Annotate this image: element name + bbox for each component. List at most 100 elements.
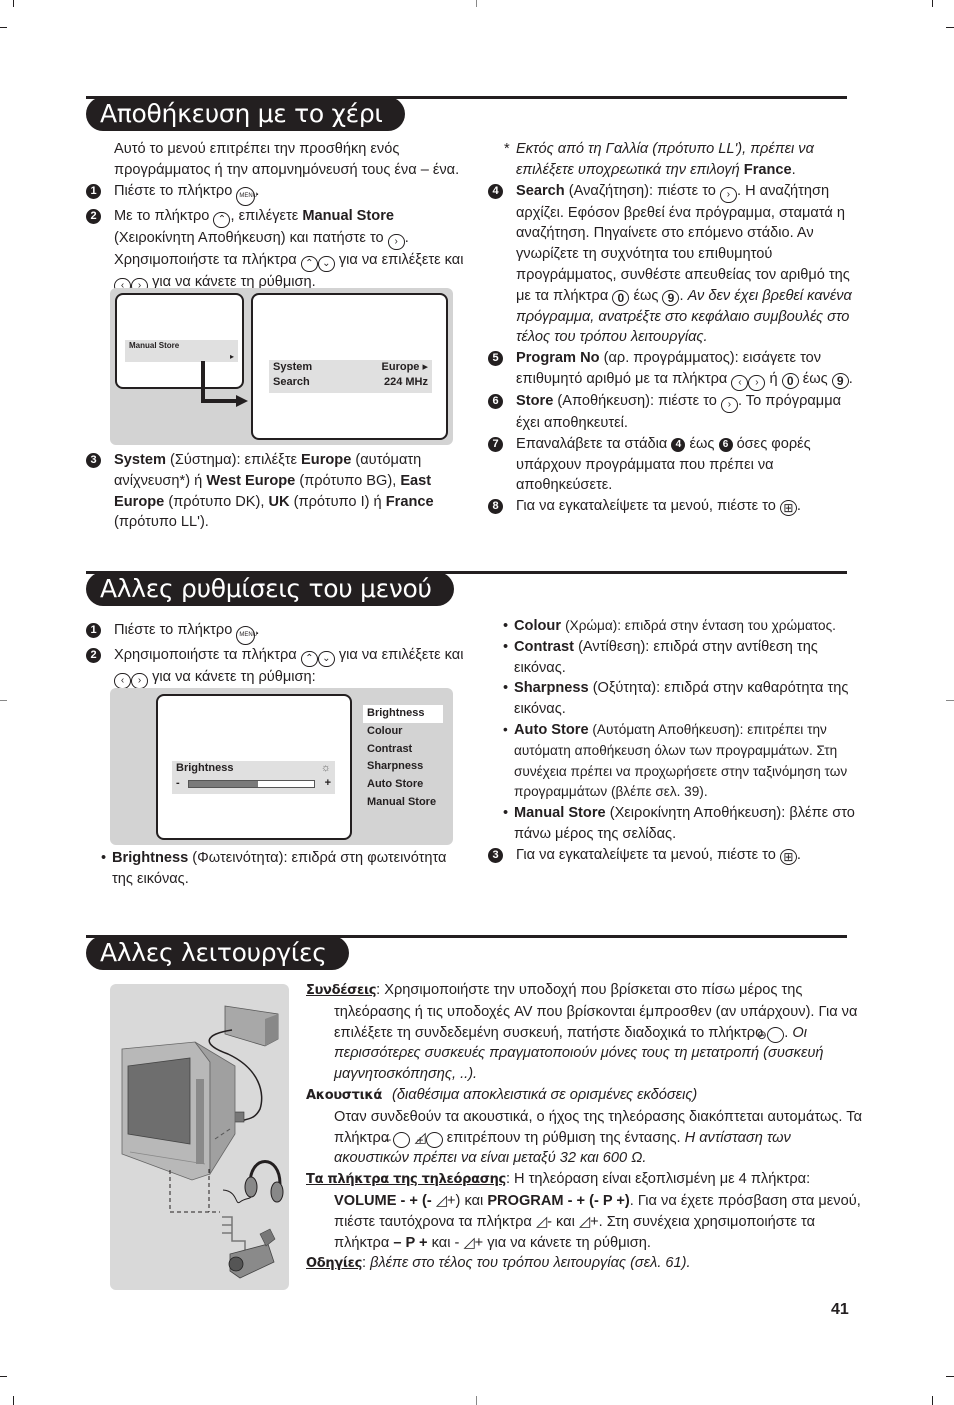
step-text: για να επιλέξετε και xyxy=(338,647,464,663)
step-text: για να επιλέξετε και xyxy=(338,251,464,268)
osd-menu-item[interactable]: Brightness xyxy=(363,705,443,723)
volume-icon: ◿ xyxy=(463,1234,475,1251)
menu-term: Colour xyxy=(514,618,562,634)
menu-term: France xyxy=(385,493,434,510)
bullet-brightness: • Brightness (Φωτεινότητα): επιδρά στη φ… xyxy=(84,848,469,890)
osd-menu-item[interactable]: Colour xyxy=(363,723,443,741)
manual-store-left-column-2: 3 System (Σύστημα): επιλέξτε Europe (αυτ… xyxy=(84,450,469,533)
step-text: (Αναζήτηση): πιέστε το xyxy=(568,182,716,199)
osd-settings-box: System Europe ▸ Search 224 MHz xyxy=(269,360,432,393)
step-2: 2 Με το πλήκτρο ⌃, επιλέγετε Manual Stor… xyxy=(84,206,469,294)
crop-mark xyxy=(0,700,7,701)
connections-label: Συνδέσεις xyxy=(306,983,377,998)
tv-keys-paragraph: Τα πλήκτρα της τηλεόρασης: Η τηλεόραση ε… xyxy=(306,1169,866,1253)
paragraph-text: και - xyxy=(431,1234,460,1251)
left-key-icon: ‹ xyxy=(731,374,749,391)
bullet-colour: • Colour (Χρώμα): επιδρά στην ένταση του… xyxy=(486,616,868,637)
step-text: Για να εγκαταλείψετε τα μενού, πιέστε το xyxy=(516,846,776,863)
menu-key-icon: MENU xyxy=(236,186,257,206)
tv-screen-brightness: Brightness ☼ - + xyxy=(156,694,352,840)
step-7: 7 Επαναλάβετε τα στάδια 4 έως 6 όσες φορ… xyxy=(486,434,866,496)
osd-menu-item[interactable]: Sharpness xyxy=(363,758,443,776)
step-number: 5 xyxy=(488,351,503,367)
bullet-dot: • xyxy=(503,721,508,737)
crop-mark xyxy=(946,27,954,28)
crop-mark xyxy=(13,0,14,7)
manual-store-left-column: Αυτό το μενού επιτρέπει την προσθήκη ενό… xyxy=(84,139,469,294)
osd-row-search: Search 224 MHz xyxy=(273,375,428,390)
step-ref-number: 4 xyxy=(671,437,686,452)
step-number: 2 xyxy=(86,648,101,663)
menu-term: System xyxy=(114,452,166,468)
paragraph-note: (διαθέσιμα αποκλειστικά σε ορισμένες εκδ… xyxy=(392,1086,698,1103)
slider-plus: + xyxy=(324,777,331,789)
osd-label: System xyxy=(273,361,313,373)
step-text: έως xyxy=(633,287,659,304)
punctuation: . xyxy=(848,370,853,387)
step-text: . Η αναζήτηση αρχίζει. Εφόσον βρεθεί ένα… xyxy=(516,182,850,304)
menu-term: Search xyxy=(516,182,565,199)
crop-mark xyxy=(476,1396,477,1405)
step-text: (πρότυπο I) ή xyxy=(293,493,382,510)
right-key-icon: › xyxy=(387,233,405,250)
osd-label: Search xyxy=(273,376,310,388)
key-term: PROGRAM - + (- P +) xyxy=(487,1192,630,1209)
volume-icon: ◿ xyxy=(535,1213,548,1230)
right-key-icon: › xyxy=(748,374,766,391)
key-term: – P + xyxy=(393,1234,428,1251)
slider-label: Brightness xyxy=(176,762,234,774)
step-2: 2 Χρησιμοποιήστε τα πλήκτρα ⌃ ⌄ για να επ… xyxy=(84,645,469,689)
osd-brightness-slider: Brightness ☼ - + xyxy=(172,761,335,794)
punctuation: . xyxy=(679,287,684,304)
left-key-icon: ‹ xyxy=(114,673,131,689)
digit-9-key-icon: 9 xyxy=(831,372,849,389)
exit-key-icon: ⊞ xyxy=(779,500,797,517)
menu-term: Contrast xyxy=(514,638,574,655)
right-key-icon: › xyxy=(719,186,737,203)
digit-0-key-icon: 0 xyxy=(781,372,799,389)
bullet-dot: • xyxy=(503,638,509,655)
arrow-connector-icon xyxy=(201,361,248,407)
step-text: για να κάνετε τη ρύθμιση: xyxy=(152,669,316,685)
up-key-icon: ⌃ xyxy=(300,255,318,272)
step-number: 3 xyxy=(488,847,503,863)
bullet-auto-store: • Auto Store (Αυτόματη Αποθήκευση): επιτ… xyxy=(486,720,868,803)
osd-value: Europe ▸ xyxy=(381,361,428,373)
osd-label: Manual Store xyxy=(129,341,180,350)
connections-paragraph: Συνδέσεις: Χρησιμοποιήστε την υποδοχή πο… xyxy=(306,980,866,1085)
osd-menu-item[interactable]: Auto Store xyxy=(363,776,443,794)
step-text: έως xyxy=(802,370,828,387)
slider-minus: - xyxy=(176,777,180,789)
instructions-paragraph: Οδηγίες: βλέπε στο τέλος του τρόπου λειτ… xyxy=(306,1255,691,1272)
punctuation: . xyxy=(791,161,796,178)
right-key-icon: › xyxy=(131,673,148,689)
up-key-icon: ⌃ xyxy=(300,651,318,667)
step-text: (πρότυπο DK), xyxy=(168,493,265,510)
step-1: 1 Πιέστε το πλήκτρο MENU. xyxy=(84,181,469,206)
menu-term: Auto Store xyxy=(514,721,589,738)
step-number: 8 xyxy=(488,499,503,515)
step-text: Για να εγκαταλείψετε τα μενού, πιέστε το xyxy=(516,498,776,515)
punctuation: . xyxy=(796,846,801,863)
headphones-paragraph: Ακουστικά (διαθέσιμα αποκλειστικά σε ορι… xyxy=(306,1085,866,1169)
paragraph-text: : Η τηλεόραση είναι εξοπλισμένη με 4 πλή… xyxy=(505,1171,811,1188)
bullet-contrast: • Contrast (Αντίθεση): επιδρά στην αντίθ… xyxy=(486,637,868,679)
bullet-manual-store: • Manual Store (Χειροκίνητη Αποθήκευση):… xyxy=(486,803,868,845)
vcr-box-icon xyxy=(224,1005,279,1047)
brightness-slider-fill xyxy=(189,781,258,787)
section-title-manual-store: Αποθήκευση με το χέρι xyxy=(86,97,405,131)
brightness-slider-track[interactable] xyxy=(188,780,315,788)
other-menu-left-column: 1 Πιέστε το πλήκτρο MENU. 2 Χρησιμοποιήσ… xyxy=(84,620,469,689)
footnote: * Εκτός από τη Γαλλία (πρότυπο LL'), πρέ… xyxy=(486,139,866,181)
osd-menu-item[interactable]: Contrast xyxy=(363,741,443,759)
menu-key-icon: MENU xyxy=(236,626,257,645)
menu-term: Europe xyxy=(301,452,352,468)
headphones-icon xyxy=(222,1160,284,1204)
paragraph-text: - και xyxy=(547,1213,575,1230)
osd-value: 224 MHz xyxy=(383,376,428,388)
osd-menu-item[interactable]: Manual Store xyxy=(363,794,443,812)
step-number: 4 xyxy=(488,183,503,199)
sun-icon: ☼ xyxy=(320,762,331,774)
step-6: 6 Store (Αποθήκευση): πιέστε το ›. Το πρ… xyxy=(486,391,866,434)
other-functions-text: Συνδέσεις: Χρησιμοποιήστε την υποδοχή πο… xyxy=(306,980,866,1275)
